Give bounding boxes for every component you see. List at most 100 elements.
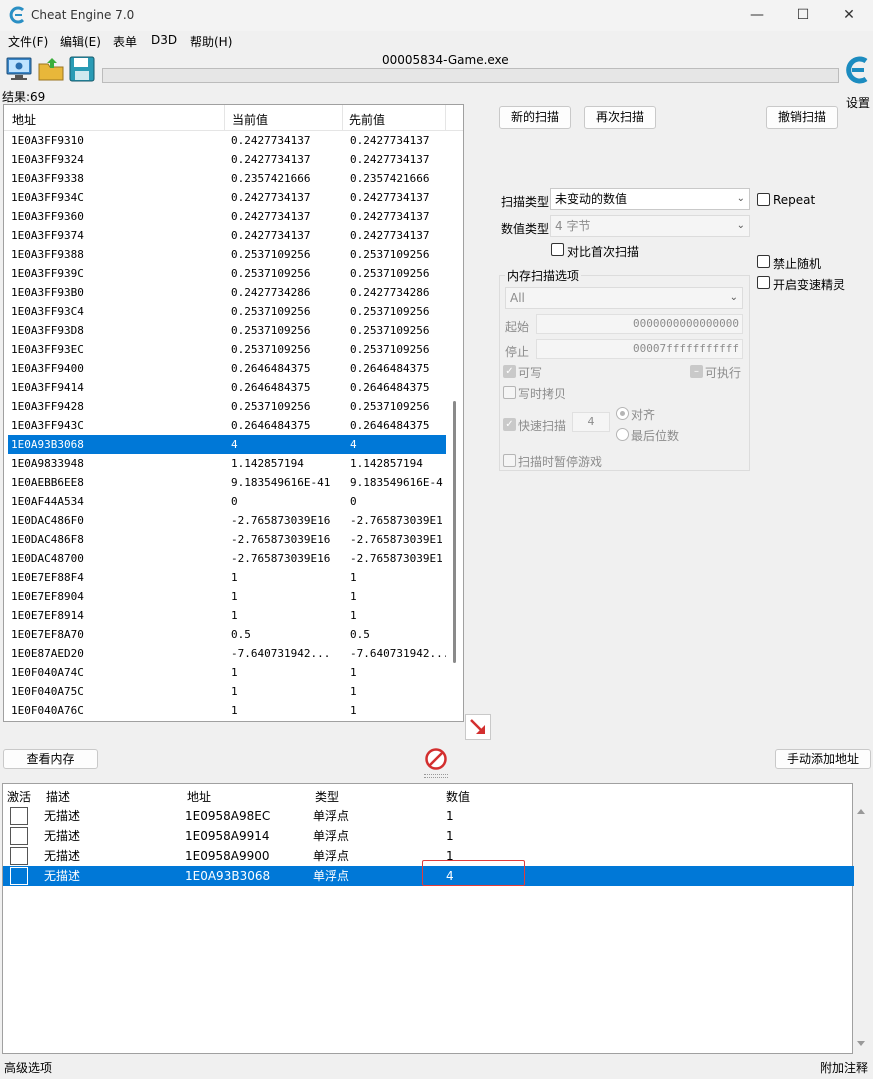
clear-list-icon[interactable] [424,747,448,771]
menu-help[interactable]: 帮助(H) [190,33,232,50]
menu-d3d[interactable]: D3D [151,33,177,47]
active-checkbox[interactable] [10,867,28,885]
result-row[interactable]: 1E0A9833948 1.142857194 1.142857194 [8,454,446,473]
address-row[interactable]: 无描述 1E0958A9914 单浮点 1 [3,826,854,846]
address-type: 单浮点 [313,809,350,823]
address-table[interactable]: 激活 描述 地址 类型 数值 无描述 1E0958A98EC 单浮点 1 无描述 1E09… [2,783,854,1054]
column-previous-value[interactable]: 先前值 [349,111,385,128]
menu-table[interactable]: 表单 [113,33,137,50]
maximize-button[interactable]: ☐ [780,0,826,31]
result-row[interactable]: 1E0E7EF8914 1 1 [8,606,446,625]
active-checkbox[interactable] [10,847,28,865]
result-row[interactable]: 1E0DAC486F0 -2.765873039E16 -2.765873039E1 [8,511,446,530]
column-active[interactable]: 激活 [7,788,31,805]
scroll-up-icon[interactable] [857,809,865,814]
fast-scan-value-field[interactable]: 4 [572,412,610,432]
scan-results-list[interactable]: 地址 当前值 先前值 1E0A3FF9310 0.2427734137 0.2427… [3,104,464,722]
settings-icon[interactable] [843,53,871,91]
result-row[interactable]: 1E0E7EF8A70 0.5 0.5 [8,625,446,644]
scan-type-select[interactable]: 未变动的数值 ⌄ [550,188,750,210]
result-row[interactable]: 1E0A3FF9374 0.2427734137 0.2427734137 [8,226,446,245]
chevron-down-icon: ⌄ [736,193,745,204]
menu-edit[interactable]: 编辑(E) [60,33,101,50]
advanced-options[interactable]: 高级选项 [4,1059,52,1076]
column-type[interactable]: 类型 [315,788,339,805]
column-description[interactable]: 描述 [46,788,70,805]
minimize-button[interactable]: — [734,0,780,31]
repeat-checkbox[interactable] [757,193,770,206]
menu-file[interactable]: 文件(F) [8,33,48,50]
add-to-list-button[interactable] [465,714,491,740]
next-scan-button[interactable]: 再次扫描 [584,106,656,129]
result-row[interactable]: 1E0A3FF9324 0.2427734137 0.2427734137 [8,150,446,169]
splitter-handle[interactable] [424,774,448,778]
result-address: 1E0F040A76C [11,704,84,717]
result-row[interactable]: 1E0DAC48700 -2.765873039E16 -2.765873039E1 [8,549,446,568]
result-row[interactable]: 1E0A3FF9338 0.2357421666 0.2357421666 [8,169,446,188]
pause-game-checkbox[interactable] [503,454,516,467]
result-row[interactable]: 1E0A3FF9310 0.2427734137 0.2427734137 [8,131,446,150]
add-address-button[interactable]: 手动添加地址 [775,749,871,769]
column-address[interactable]: 地址 [12,111,36,128]
result-row[interactable]: 1E0A3FF939C 0.2537109256 0.2537109256 [8,264,446,283]
result-row[interactable]: 1E0A3FF93B0 0.2427734286 0.2427734286 [8,283,446,302]
address-table-scrollbar[interactable] [854,803,868,1052]
address-row[interactable]: 无描述 1E0958A98EC 单浮点 1 [3,806,854,826]
active-checkbox[interactable] [10,807,28,825]
copy-on-write-checkbox[interactable] [503,386,516,399]
value-type-select[interactable]: 4 字节 ⌄ [550,215,750,237]
result-row[interactable]: 1E0A3FF934C 0.2427734137 0.2427734137 [8,188,446,207]
start-address-field[interactable]: 0000000000000000 [536,314,743,334]
result-row[interactable]: 1E0AEBB6EE8 9.183549616E-41 9.183549616E-4 [8,473,446,492]
result-row[interactable]: 1E0E7EF8904 1 1 [8,587,446,606]
speedhack-checkbox[interactable] [757,276,770,289]
column-current-value[interactable]: 当前值 [232,111,268,128]
result-row[interactable]: 1E0F040A74C 1 1 [8,663,446,682]
result-row[interactable]: 1E0AF44A534 0 0 [8,492,446,511]
result-previous: 0.2537109256 [350,248,430,261]
memory-region-select[interactable]: All ⌄ [505,287,743,309]
open-folder-icon[interactable] [37,55,65,83]
result-previous: -2.765873039E1 [350,552,443,565]
undo-scan-button[interactable]: 撤销扫描 [766,106,838,129]
result-address: 1E0E7EF8914 [11,609,84,622]
view-memory-button[interactable]: 查看内存 [3,749,98,769]
save-icon[interactable] [68,55,96,83]
open-process-icon[interactable] [5,55,33,83]
last-digits-radio[interactable] [616,428,629,441]
result-row[interactable]: 1E0A3FF9360 0.2427734137 0.2427734137 [8,207,446,226]
result-row[interactable]: 1E0A3FF93D8 0.2537109256 0.2537109256 [8,321,446,340]
result-row[interactable]: 1E0A3FF93EC 0.2537109256 0.2537109256 [8,340,446,359]
settings-label[interactable]: 设置 [846,94,870,111]
close-button[interactable]: ✕ [826,0,872,31]
stop-address-field[interactable]: 00007fffffffffff [536,339,743,359]
compare-first-checkbox[interactable] [551,243,564,256]
new-scan-button[interactable]: 新的扫描 [499,106,571,129]
result-row[interactable]: 1E0A3FF9388 0.2537109256 0.2537109256 [8,245,446,264]
scroll-down-icon[interactable] [857,1041,865,1046]
active-checkbox[interactable] [10,827,28,845]
table-comments[interactable]: 附加注释 [820,1059,868,1076]
result-address: 1E0AEBB6EE8 [11,476,84,489]
result-row[interactable]: 1E0A3FF9414 0.2646484375 0.2646484375 [8,378,446,397]
result-row[interactable]: 1E0A93B3068 4 4 [8,435,446,454]
executable-checkbox[interactable]: – [690,365,703,378]
result-row[interactable]: 1E0A3FF943C 0.2646484375 0.2646484375 [8,416,446,435]
result-row[interactable]: 1E0A3FF93C4 0.2537109256 0.2537109256 [8,302,446,321]
fast-scan-checkbox[interactable]: ✓ [503,418,516,431]
no-random-checkbox[interactable] [757,255,770,268]
results-scrollbar[interactable] [453,401,456,663]
result-row[interactable]: 1E0E7EF88F4 1 1 [8,568,446,587]
column-value[interactable]: 数值 [446,788,470,805]
result-row[interactable]: 1E0F040A75C 1 1 [8,682,446,701]
align-radio[interactable] [616,407,629,420]
writable-checkbox[interactable]: ✓ [503,365,516,378]
result-row[interactable]: 1E0F040A76C 1 1 [8,701,446,720]
result-current: 0.2427734286 [231,286,311,299]
result-row[interactable]: 1E0A3FF9428 0.2537109256 0.2537109256 [8,397,446,416]
result-row[interactable]: 1E0E87AED20 -7.640731942... -7.640731942..… [8,644,446,663]
column-address[interactable]: 地址 [187,788,211,805]
result-address: 1E0F040A74C [11,666,84,679]
result-row[interactable]: 1E0A3FF9400 0.2646484375 0.2646484375 [8,359,446,378]
result-row[interactable]: 1E0DAC486F8 -2.765873039E16 -2.765873039E1 [8,530,446,549]
